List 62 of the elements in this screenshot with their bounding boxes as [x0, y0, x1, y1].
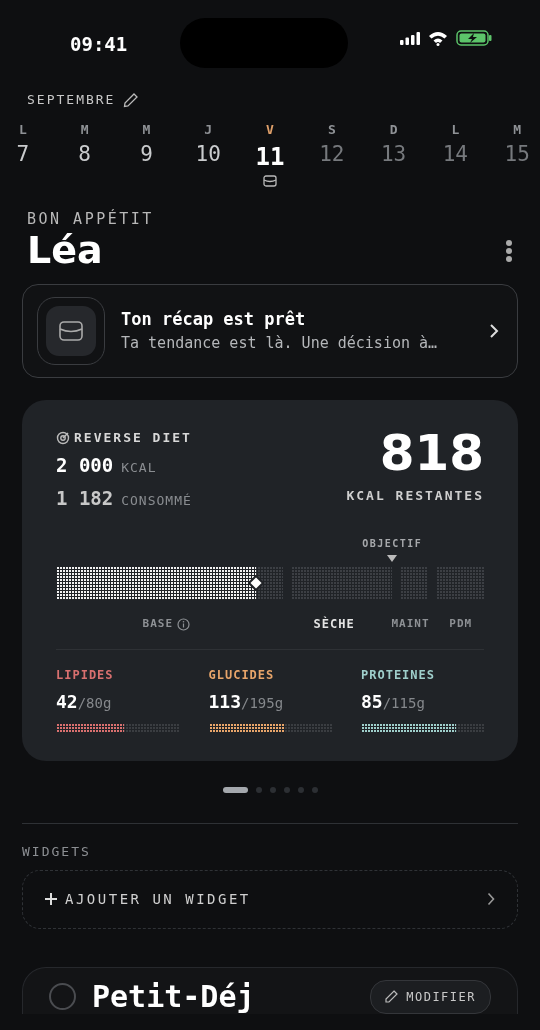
macro-value: 85	[361, 690, 383, 715]
pencil-icon[interactable]	[123, 91, 140, 108]
user-name: Léa	[27, 230, 103, 272]
bar-segment	[400, 566, 429, 600]
progress-thumb[interactable]	[247, 574, 264, 591]
day-cell[interactable]: L 7	[0, 119, 54, 196]
segment-label: SÈCHE	[313, 615, 355, 634]
page-dot[interactable]	[283, 787, 290, 794]
segment-label: BASE	[142, 615, 191, 634]
target-icon	[56, 430, 70, 445]
add-widget-button[interactable]: AJOUTER UN WIDGET	[22, 869, 518, 929]
program-name: REVERSE DIET	[74, 428, 192, 447]
more-icon[interactable]	[505, 238, 513, 263]
status-time: 09:41	[70, 32, 128, 57]
segment-label: MAINT	[391, 616, 430, 633]
macro-total: /195g	[241, 694, 284, 714]
edit-button[interactable]: MODIFIER	[370, 979, 491, 1014]
meal-checkbox[interactable]	[49, 983, 76, 1011]
macro-total: /115g	[382, 694, 425, 714]
day-cell[interactable]: L 14	[424, 119, 487, 196]
envelope-icon	[263, 175, 277, 187]
macro-name: LIPIDES	[56, 667, 115, 685]
target-value: 2 000	[56, 453, 114, 479]
chevron-right-icon	[489, 322, 499, 339]
battery-icon	[456, 30, 492, 46]
recap-card[interactable]: Ton récap est prêt Ta tendance est là. Une décision à…	[22, 283, 518, 378]
month-label[interactable]: SEPTEMBRE	[27, 90, 116, 110]
macro-name: PROTEINES	[361, 667, 437, 685]
page-dot[interactable]	[297, 787, 304, 794]
recap-title: Ton récap est prêt	[121, 307, 307, 331]
day-cell[interactable]: V 11	[239, 119, 301, 196]
remaining-label: KCAL RESTANTES	[346, 486, 484, 505]
consumed-value: 1 182	[56, 485, 114, 511]
macro-value: 113	[208, 690, 241, 715]
wifi-icon	[428, 30, 448, 46]
meal-title: Petit-Déj	[92, 980, 256, 1014]
page-dot[interactable]	[255, 787, 262, 794]
page-dot[interactable]	[311, 787, 318, 794]
macro-name: GLUCIDES	[208, 667, 276, 685]
target-unit: KCAL	[121, 459, 157, 478]
bar-segment	[436, 566, 484, 600]
goal-label: OBJECTIF	[362, 537, 423, 552]
greeting-subtitle: BON APPÉTIT	[27, 208, 155, 230]
macro-total: /80g	[77, 694, 112, 714]
pencil-icon	[385, 990, 399, 1004]
plus-icon	[45, 893, 57, 906]
day-cell[interactable]: S 12	[300, 119, 363, 196]
section-heading: WIDGETS	[22, 843, 92, 862]
remaining-value: 818	[379, 427, 484, 478]
day-cell[interactable]: J 10	[177, 119, 240, 196]
chevron-right-icon	[487, 892, 495, 907]
page-dot[interactable]	[269, 787, 276, 794]
day-cell[interactable]: M 15	[486, 119, 540, 196]
day-cell[interactable]: D 13	[362, 119, 425, 196]
envelope-icon	[59, 320, 83, 341]
consumed-unit: CONSOMMÉ	[121, 491, 192, 510]
segment-label: PDM	[449, 616, 473, 633]
day-cell[interactable]: M 8	[53, 119, 116, 196]
day-cell[interactable]: M 9	[115, 119, 178, 196]
macro-value: 42	[56, 690, 78, 715]
recap-text: Ta tendance est là. Une décision à…	[121, 333, 439, 355]
signal-icon	[400, 31, 420, 45]
